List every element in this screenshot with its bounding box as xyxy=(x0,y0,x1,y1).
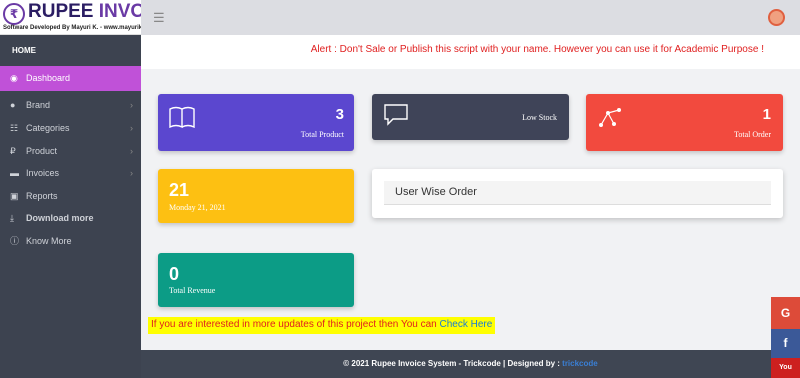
sidebar-item-label: Invoices xyxy=(26,168,60,178)
sidebar-item-product[interactable]: ₽ Product › xyxy=(0,141,141,161)
alert-text: Alert : Don't Sale or Publish this scrip… xyxy=(310,44,764,55)
download-icon: ⤓ xyxy=(10,213,14,223)
sidebar-item-label: Download more xyxy=(26,213,94,223)
list-icon: ☷ xyxy=(10,123,19,133)
sidebar-item-label: Categories xyxy=(26,123,70,133)
sidebar-section-home: HOME xyxy=(12,46,36,55)
check-here-link[interactable]: Check Here xyxy=(440,319,493,330)
logo-title-part1: RUPEE xyxy=(28,1,99,22)
cart-icon: ▬ xyxy=(10,168,19,178)
card-low-stock[interactable]: Low Stock xyxy=(372,94,569,140)
total-revenue-value: 0 xyxy=(169,264,180,284)
total-product-value: 3 xyxy=(335,106,344,123)
info-icon: ⓘ xyxy=(10,236,20,246)
sidebar-item-label: Dashboard xyxy=(26,73,71,83)
panel-header: User Wise Order xyxy=(384,181,771,205)
low-stock-label: Low Stock xyxy=(522,113,557,122)
google-share-icon[interactable]: G xyxy=(771,297,800,329)
vector-nodes-icon xyxy=(599,108,621,127)
card-date[interactable]: 21 Monday 21, 2021 xyxy=(158,169,354,223)
total-product-label: Total Product xyxy=(300,130,344,139)
date-card-label: Monday 21, 2021 xyxy=(169,203,226,212)
logo-tagline: Software Developed By Mayuri K. - www.ma… xyxy=(3,25,157,31)
sidebar-item-know-more[interactable]: ⓘ Know More xyxy=(0,231,141,251)
total-order-label: Total Order xyxy=(734,130,771,139)
sidebar-item-invoices[interactable]: ▬ Invoices › xyxy=(0,163,141,183)
book-icon xyxy=(169,106,195,128)
rupee-logo-icon: ₹ xyxy=(3,3,25,25)
chevron-right-icon: › xyxy=(130,146,133,156)
sidebar-item-reports[interactable]: ▣ Reports xyxy=(0,186,141,206)
promo-banner: If you are interested in more updates of… xyxy=(148,317,496,334)
panel-title: User Wise Order xyxy=(395,186,477,198)
date-card-value: 21 xyxy=(169,180,190,200)
rupee-icon: ₽ xyxy=(10,146,16,156)
sidebar-item-dashboard[interactable]: ◉ Dashboard xyxy=(0,66,141,91)
chat-bubble-icon xyxy=(384,104,408,126)
sidebar-item-label: Know More xyxy=(26,236,72,246)
footer-brand-link[interactable]: trickcode xyxy=(562,359,598,368)
footer: © 2021 Rupee Invoice System - Trickcode … xyxy=(141,350,800,378)
card-total-order[interactable]: 1 Total Order xyxy=(586,94,783,151)
chevron-right-icon: › xyxy=(130,168,133,178)
user-avatar[interactable] xyxy=(768,9,785,26)
chevron-right-icon: › xyxy=(130,123,133,133)
top-navbar: ☰ xyxy=(141,0,800,35)
sidebar-item-brand[interactable]: ● Brand › xyxy=(0,95,141,115)
logo[interactable]: ₹ RUPEE INVOICE Software Developed By Ma… xyxy=(0,0,177,35)
card-total-revenue[interactable]: 0 Total Revenue xyxy=(158,253,354,307)
hamburger-menu-icon[interactable]: ☰ xyxy=(153,10,165,26)
total-revenue-label: Total Revenue xyxy=(169,286,216,295)
dashboard-icon: ◉ xyxy=(10,73,18,83)
app-root: ₹ RUPEE INVOICE Software Developed By Ma… xyxy=(0,0,800,378)
promo-text: If you are interested in more updates of… xyxy=(151,319,440,330)
sidebar-item-download-more[interactable]: ⤓ Download more xyxy=(0,208,141,228)
facebook-share-icon[interactable]: f xyxy=(771,329,800,358)
alert-bar: Alert : Don't Sale or Publish this scrip… xyxy=(141,35,800,69)
sidebar-item-categories[interactable]: ☷ Categories › xyxy=(0,118,141,138)
card-total-product[interactable]: 3 Total Product xyxy=(158,94,354,151)
chevron-right-icon: › xyxy=(130,100,133,110)
youtube-share-icon[interactable]: You xyxy=(771,358,800,378)
sidebar-item-label: Brand xyxy=(26,100,51,110)
sidebar: HOME ◉ Dashboard ● Brand › ☷ Categories … xyxy=(0,35,141,378)
bus-icon: ▣ xyxy=(10,191,19,201)
footer-text: © 2021 Rupee Invoice System - Trickcode … xyxy=(343,359,563,368)
apple-icon: ● xyxy=(10,100,16,110)
sidebar-item-label: Reports xyxy=(26,191,58,201)
total-order-value: 1 xyxy=(762,106,771,123)
sidebar-item-label: Product xyxy=(26,146,58,156)
user-wise-order-panel: User Wise Order xyxy=(372,169,783,218)
